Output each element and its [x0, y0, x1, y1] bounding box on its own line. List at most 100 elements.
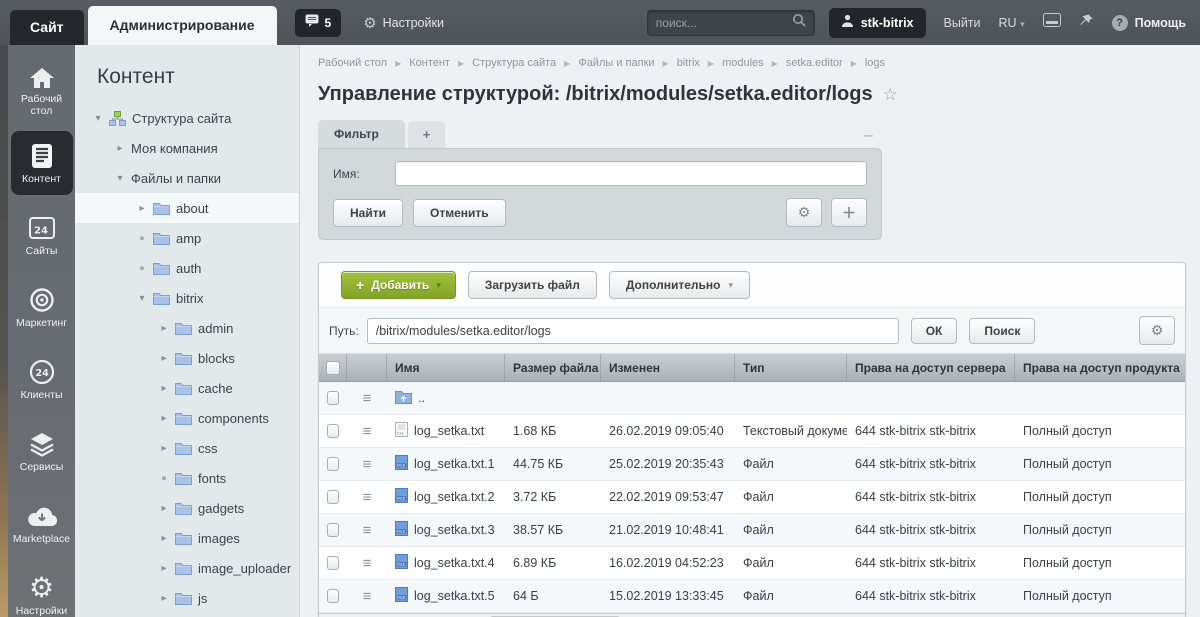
breadcrumb-link[interactable]: Структура сайта	[472, 57, 556, 69]
sidebar-item-marketing[interactable]: Маркетинг	[11, 275, 73, 339]
file-name-cell[interactable]: ..	[387, 390, 505, 407]
tree-item-about[interactable]: ▸ about	[75, 193, 299, 223]
add-button[interactable]: + Добавить ▾	[341, 271, 456, 299]
breadcrumb-link[interactable]: Рабочий стол	[318, 57, 387, 69]
tree-toggle-icon[interactable]: ▸	[157, 593, 171, 604]
row-checkbox[interactable]	[327, 490, 339, 504]
row-menu-icon[interactable]: ≡	[363, 424, 372, 439]
row-checkbox[interactable]	[327, 589, 339, 603]
tree-toggle-icon[interactable]: ▾	[135, 293, 149, 304]
tree-item-css[interactable]: ▸ css	[75, 433, 299, 463]
table-row[interactable]: ≡ FILE log_setka.txt.4 6.89 КБ 16.02.2019…	[319, 547, 1185, 580]
breadcrumb-link[interactable]: Контент	[409, 57, 450, 69]
search-icon[interactable]	[792, 13, 806, 32]
tree-toggle-icon[interactable]: ▸	[157, 533, 171, 544]
cancel-button[interactable]: Отменить	[412, 198, 506, 227]
sidebar-item-sites[interactable]: 24 Сайты	[11, 203, 73, 267]
tree-item-файлы-и-папки[interactable]: ▾ Файлы и папки	[75, 163, 299, 193]
sidebar-item-services[interactable]: Сервисы	[11, 419, 73, 483]
select-all-checkbox[interactable]	[325, 361, 340, 375]
table-row[interactable]: ≡ FILE log_setka.txt.3 38.57 КБ 21.02.201…	[319, 514, 1185, 547]
tree-item-image_uploader[interactable]: ▸ image_uploader	[75, 553, 299, 583]
tree-toggle-icon[interactable]: ▾	[91, 113, 105, 124]
breadcrumb-link[interactable]: Файлы и папки	[578, 57, 654, 69]
sidebar-item-settings[interactable]: ⚙ Настройки	[11, 563, 73, 617]
collapse-filter-icon[interactable]: −	[863, 129, 874, 144]
tree-toggle-icon[interactable]: ▸	[157, 353, 171, 364]
logout-link[interactable]: Выйти	[944, 16, 981, 30]
tree-item-admin[interactable]: ▸ admin	[75, 313, 299, 343]
breadcrumb-link[interactable]: modules	[722, 57, 764, 69]
column-server-rights[interactable]: Права на доступ сервера	[847, 354, 1015, 382]
tree-toggle-icon[interactable]: ▪	[157, 474, 171, 482]
tree-item-js[interactable]: ▸ js	[75, 583, 299, 613]
row-menu-icon[interactable]: ≡	[363, 556, 372, 571]
row-checkbox[interactable]	[327, 556, 339, 570]
hotkeys-button[interactable]	[1042, 13, 1061, 32]
tree-item-структура-сайта[interactable]: ▾ Структура сайта	[75, 103, 299, 133]
row-menu-icon[interactable]: ≡	[363, 589, 372, 604]
row-menu-icon[interactable]: ≡	[363, 391, 372, 406]
row-menu-icon[interactable]: ≡	[363, 490, 372, 505]
tree-toggle-icon[interactable]: ▾	[113, 173, 127, 184]
tree-toggle-icon[interactable]: ▸	[157, 323, 171, 334]
tree-item-bitrix[interactable]: ▾ bitrix	[75, 283, 299, 313]
pin-button[interactable]	[1079, 13, 1094, 33]
tree-item-components[interactable]: ▸ components	[75, 403, 299, 433]
file-name-cell[interactable]: txt log_setka.txt	[387, 422, 505, 440]
grid-settings-button[interactable]: ⚙	[1139, 316, 1175, 345]
tree-item-amp[interactable]: ▪ amp	[75, 223, 299, 253]
language-selector[interactable]: RU ▾	[999, 16, 1025, 30]
notifications-button[interactable]: 5	[294, 8, 342, 37]
row-checkbox[interactable]	[327, 424, 339, 438]
column-product-rights[interactable]: Права на доступ продукта	[1015, 354, 1185, 382]
sidebar-item-content[interactable]: Контент	[10, 131, 73, 195]
tree-toggle-icon[interactable]: ▸	[113, 143, 127, 154]
tree-toggle-icon[interactable]: ▪	[135, 264, 149, 272]
row-checkbox[interactable]	[327, 391, 339, 405]
tab-administration[interactable]: Администрирование	[87, 6, 277, 45]
tree-toggle-icon[interactable]: ▸	[135, 203, 149, 214]
table-row[interactable]: ≡ FILE log_setka.txt.1 44.75 КБ 25.02.201…	[319, 448, 1185, 481]
find-button[interactable]: Найти	[333, 198, 403, 227]
file-name-cell[interactable]: FILE log_setka.txt.5	[387, 587, 505, 605]
column-type[interactable]: Тип	[735, 354, 847, 382]
tree-item-blocks[interactable]: ▸ blocks	[75, 343, 299, 373]
topbar-settings-button[interactable]: ⚙ Настройки	[363, 14, 444, 32]
help-button[interactable]: ? Помощь	[1111, 14, 1186, 31]
tree-toggle-icon[interactable]: ▪	[135, 234, 149, 242]
upload-file-button[interactable]: Загрузить файл	[467, 271, 597, 299]
tree-toggle-icon[interactable]: ▸	[157, 563, 171, 574]
column-size[interactable]: Размер файла	[505, 354, 601, 382]
favorite-star-icon[interactable]: ☆	[883, 85, 898, 105]
breadcrumb-link[interactable]: setka.editor	[786, 57, 843, 69]
tree-item-моя-компания[interactable]: ▸ Моя компания	[75, 133, 299, 163]
row-menu-icon[interactable]: ≡	[363, 457, 372, 472]
table-row[interactable]: ≡ FILE log_setka.txt.2 3.72 КБ 22.02.2019…	[319, 481, 1185, 514]
more-actions-button[interactable]: Дополнительно ▾	[608, 271, 751, 299]
tree-toggle-icon[interactable]: ▸	[157, 503, 171, 514]
search-input[interactable]	[655, 15, 792, 30]
column-name[interactable]: Имя	[387, 354, 505, 382]
row-checkbox[interactable]	[327, 457, 339, 471]
row-checkbox[interactable]	[327, 523, 339, 537]
table-row[interactable]: ≡ txt log_setka.txt 1.68 КБ 26.02.2019 09…	[319, 415, 1185, 448]
file-name-cell[interactable]: FILE log_setka.txt.2	[387, 488, 505, 506]
search-button[interactable]: Поиск	[969, 317, 1036, 344]
file-name-cell[interactable]: FILE log_setka.txt.4	[387, 554, 505, 572]
table-row[interactable]: ≡ ..	[319, 382, 1185, 415]
file-name-cell[interactable]: FILE log_setka.txt.1	[387, 455, 505, 473]
filter-tab[interactable]: Фильтр	[318, 120, 405, 148]
tree-item-gadgets[interactable]: ▸ gadgets	[75, 493, 299, 523]
ok-button[interactable]: ОК	[910, 317, 958, 344]
sidebar-item-clients[interactable]: 24 Клиенты	[11, 347, 73, 411]
tree-item-cache[interactable]: ▸ cache	[75, 373, 299, 403]
tree-toggle-icon[interactable]: ▸	[157, 383, 171, 394]
tree-item-images[interactable]: ▸ images	[75, 523, 299, 553]
path-input[interactable]	[366, 317, 899, 344]
column-modified[interactable]: Изменен	[601, 354, 735, 382]
user-menu-button[interactable]: stk-bitrix	[828, 7, 926, 38]
sidebar-item-desktop[interactable]: Рабочий стол	[11, 59, 73, 123]
add-filter-field-button[interactable]: ＋	[831, 198, 867, 227]
tree-toggle-icon[interactable]: ▸	[157, 443, 171, 454]
